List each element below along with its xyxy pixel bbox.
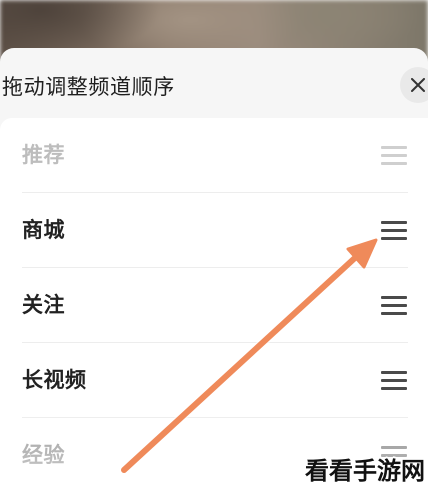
- channel-order-sheet: 拖动调整频道顺序 推荐 商城 关注 长视频 经验: [0, 48, 428, 489]
- channel-row-long-video[interactable]: 长视频: [0, 343, 428, 418]
- channel-label: 推荐: [22, 143, 65, 167]
- channel-label: 关注: [22, 293, 65, 317]
- channel-label: 商城: [22, 218, 65, 242]
- channel-label: 经验: [22, 443, 65, 467]
- watermark: 看看手游网: [305, 457, 425, 485]
- drag-handle-icon: [381, 146, 407, 165]
- drag-handle-icon[interactable]: [381, 371, 407, 390]
- channel-row-recommend: 推荐: [0, 118, 428, 193]
- drag-handle-icon[interactable]: [381, 221, 407, 240]
- channel-label: 长视频: [22, 368, 87, 392]
- drag-handle-icon[interactable]: [381, 296, 407, 315]
- close-button-circle[interactable]: [400, 67, 428, 103]
- sheet-title: 拖动调整频道顺序: [2, 75, 175, 99]
- channel-row-follow[interactable]: 关注: [0, 268, 428, 343]
- close-icon: [411, 78, 425, 92]
- close-button[interactable]: [398, 67, 428, 103]
- channel-row-mall[interactable]: 商城: [0, 193, 428, 268]
- channel-list: 推荐 商城 关注 长视频 经验: [0, 118, 428, 489]
